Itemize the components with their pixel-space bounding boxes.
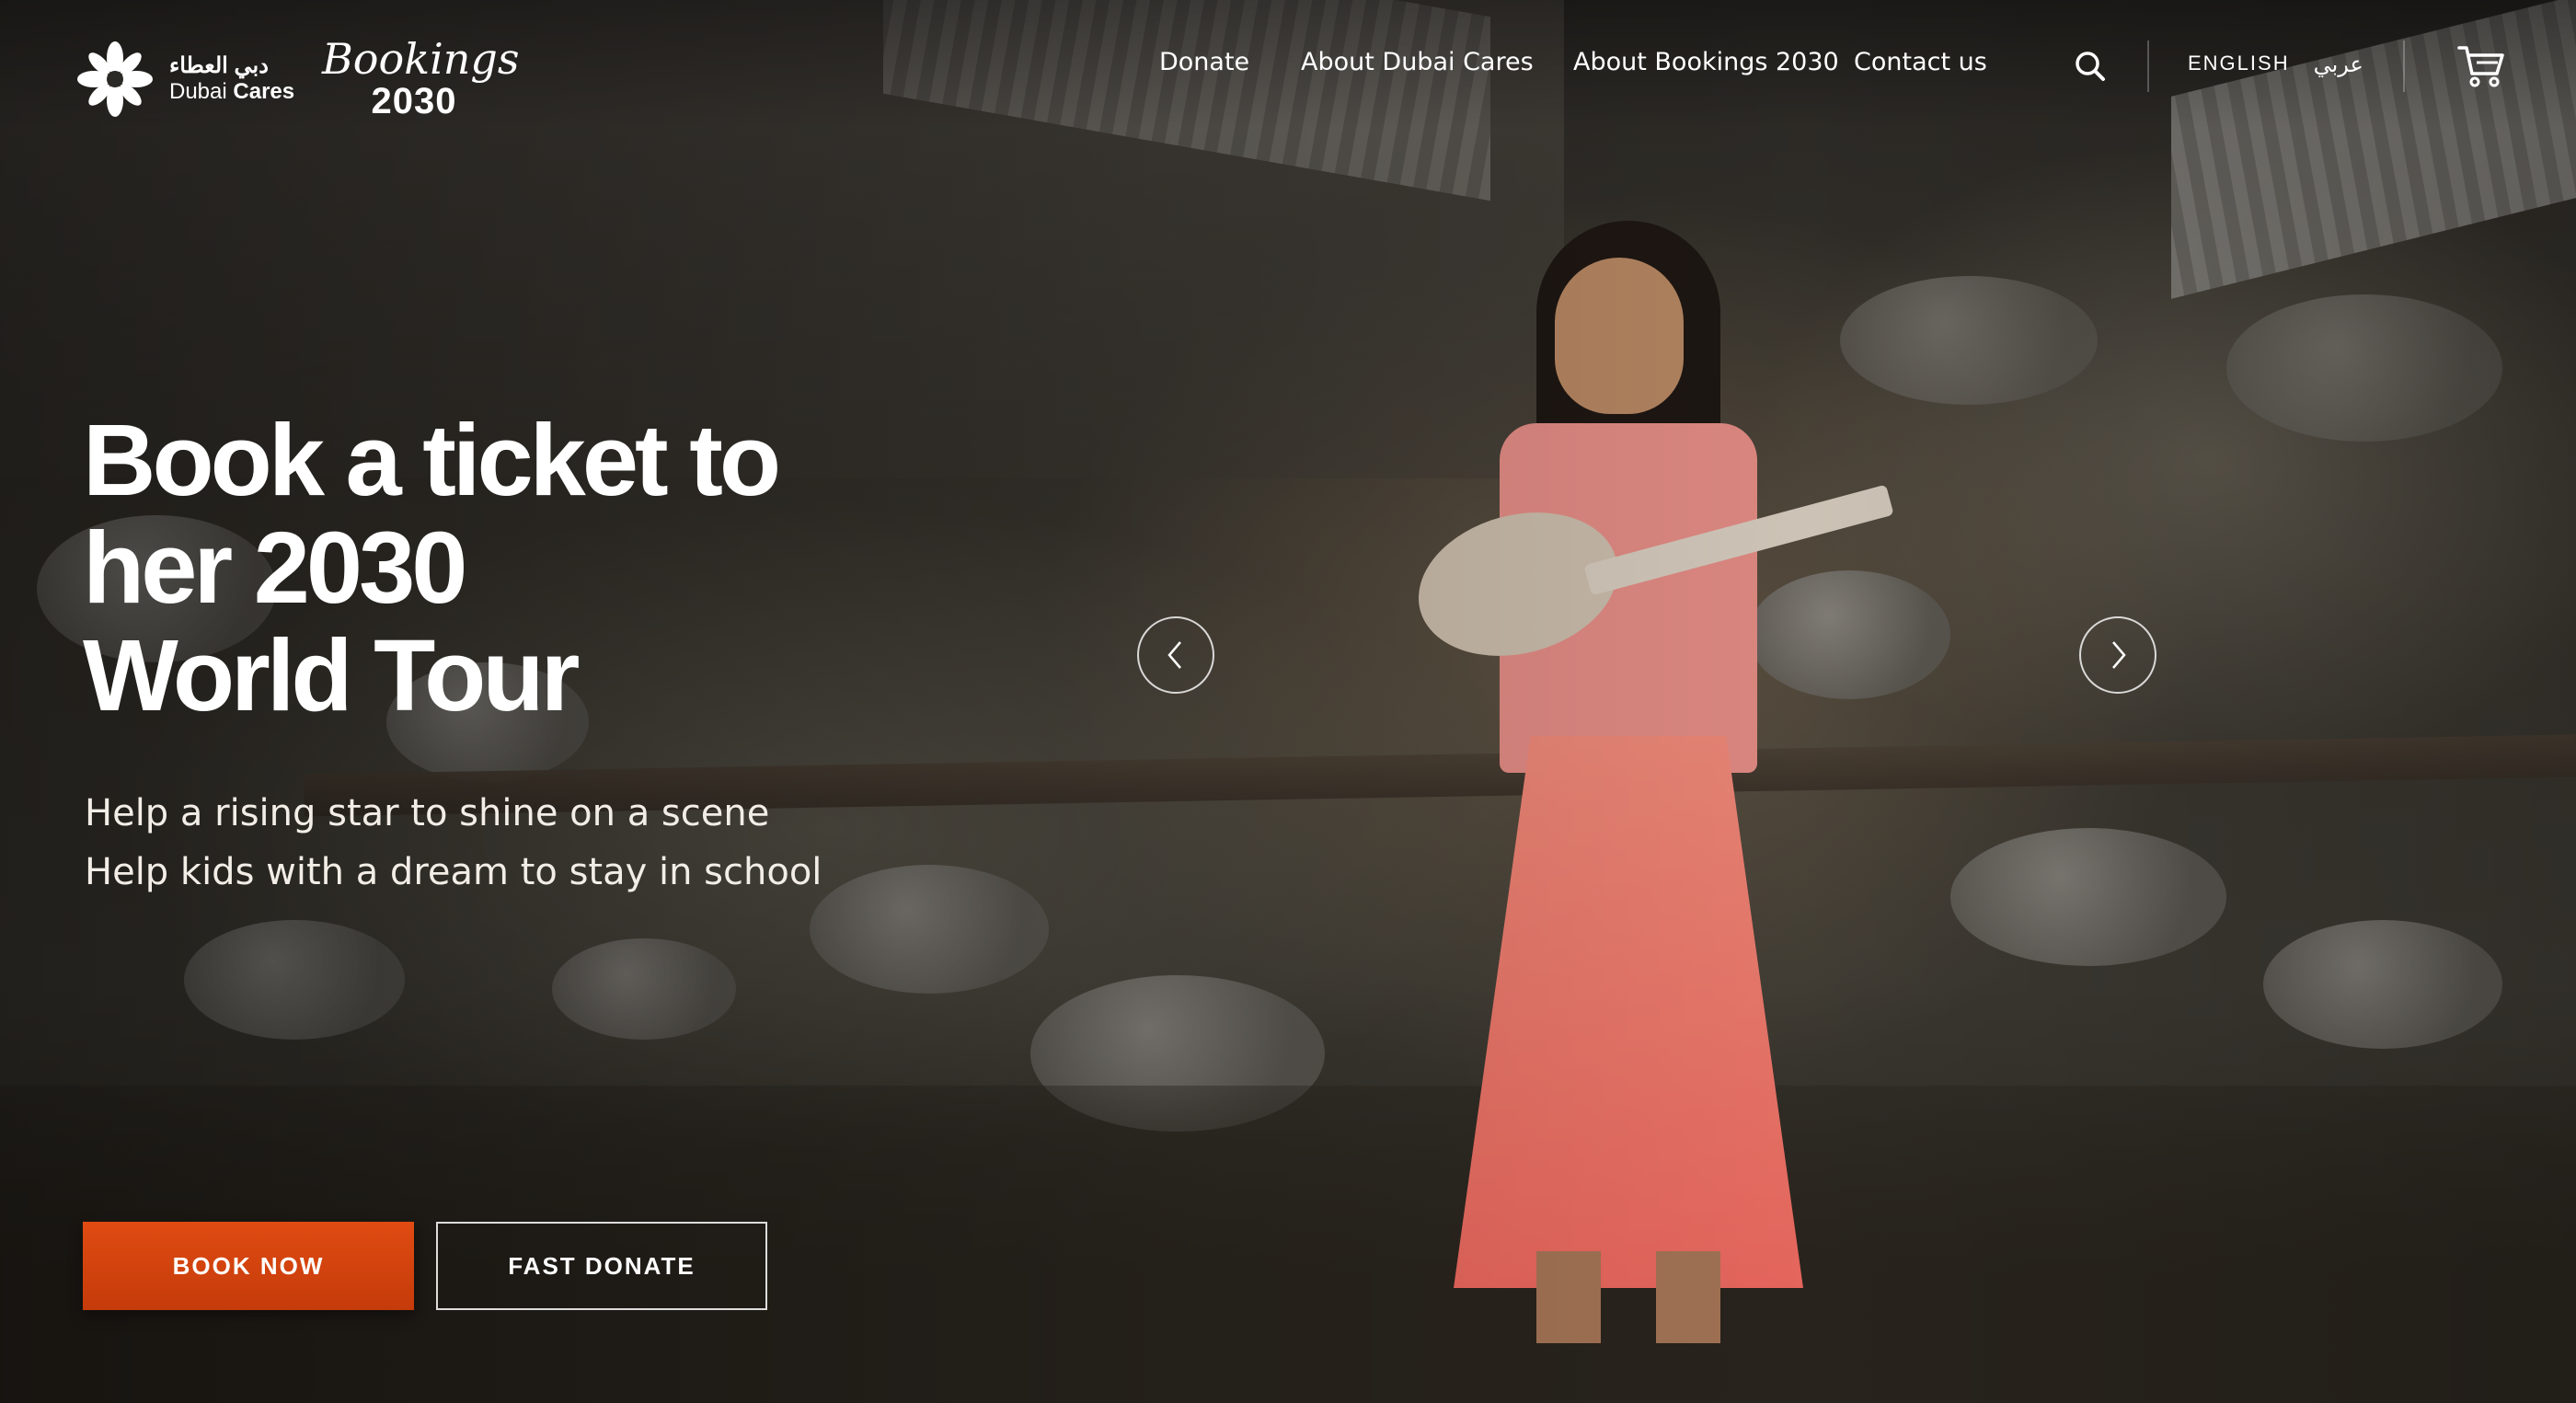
carousel-prev-button[interactable] [1137, 616, 1214, 694]
hero-headline-line: her 2030 [83, 512, 467, 625]
language-english[interactable]: ENGLISH [2188, 52, 2290, 78]
cart-icon[interactable] [2456, 40, 2506, 90]
header-divider [2403, 40, 2405, 92]
carousel-next-button[interactable] [2079, 616, 2156, 694]
search-icon[interactable] [2072, 48, 2109, 85]
nav-donate[interactable]: Donate [1159, 48, 1249, 76]
hero-subtitle-line: Help a rising star to shine on a scene [85, 792, 770, 834]
nav-contact-us[interactable]: Contact us [1854, 48, 1987, 76]
book-now-button[interactable]: BOOK NOW [83, 1222, 414, 1310]
bookings-2030-logo[interactable]: Bookings 2030 [322, 34, 520, 127]
dubai-cares-arabic-name: دبي العطاء [169, 53, 269, 79]
hero-headline: Book a ticket to her 2030 World Tour [83, 407, 911, 730]
hero-section: دبي العطاء Dubai Cares Bookings 2030 Don… [0, 0, 2576, 1403]
dubai-cares-english-name: Dubai Cares [169, 79, 295, 104]
site-header: دبي العطاء Dubai Cares Bookings 2030 Don… [0, 0, 2576, 129]
language-switcher: ENGLISH عربي [2188, 52, 2363, 78]
chevron-right-icon [2112, 641, 2126, 669]
header-divider [2147, 40, 2149, 92]
hero-subtitle: Help a rising star to shine on a scene H… [85, 784, 822, 902]
hero-subtitle-line: Help kids with a dream to stay in school [85, 851, 822, 893]
hero-headline-line: World Tour [83, 619, 580, 732]
language-arabic[interactable]: عربي [2314, 52, 2363, 78]
nav-about-dubai-cares[interactable]: About Dubai Cares [1301, 48, 1534, 76]
hero-headline-line: Book a ticket to [83, 404, 781, 517]
fast-donate-button[interactable]: FAST DONATE [436, 1222, 767, 1310]
dubai-cares-logo[interactable]: دبي العطاء Dubai Cares [74, 37, 294, 121]
dubai-cares-hands-icon [77, 41, 153, 117]
nav-about-bookings-2030[interactable]: About Bookings 2030 [1573, 48, 1839, 76]
bookings-logo-script: Bookings [322, 34, 520, 84]
chevron-left-icon [1167, 641, 1181, 669]
bookings-logo-year: 2030 [371, 81, 457, 121]
